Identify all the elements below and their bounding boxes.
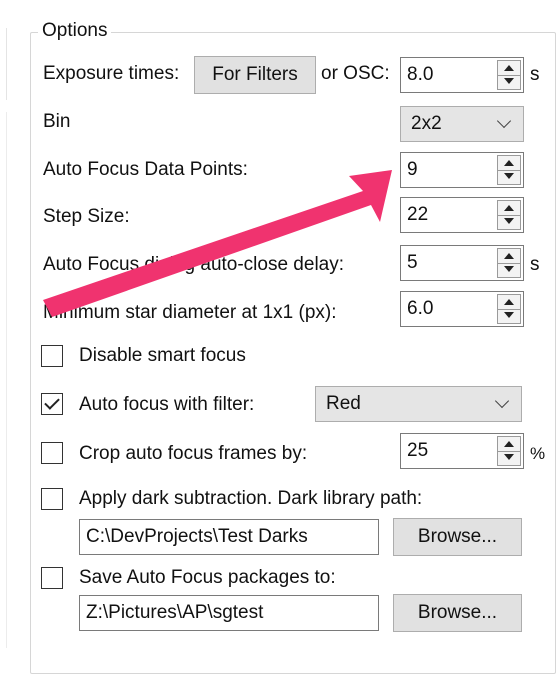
- af-with-filter-label[interactable]: Auto focus with filter:: [79, 393, 254, 417]
- options-group-title: Options: [38, 19, 112, 43]
- crop-label[interactable]: Crop auto focus frames by:: [79, 442, 307, 466]
- min-star-value: 6.0: [407, 298, 434, 319]
- spin-down-icon[interactable]: [498, 215, 520, 229]
- osc-label: or OSC:: [321, 63, 390, 84]
- spin-up-icon[interactable]: [498, 61, 520, 76]
- spin-buttons[interactable]: [497, 60, 521, 90]
- chevron-down-icon: [496, 113, 512, 129]
- af-with-filter-checkbox[interactable]: [41, 393, 63, 415]
- bin-select[interactable]: 2x2: [400, 106, 524, 142]
- save-af-packages-label[interactable]: Save Auto Focus packages to:: [79, 566, 336, 590]
- step-size-value: 22: [407, 204, 429, 225]
- spin-up-icon[interactable]: [498, 295, 520, 310]
- spin-buttons[interactable]: [497, 155, 521, 185]
- exposure-label: Exposure times:: [43, 63, 180, 84]
- dark-library-path-value: C:\DevProjects\Test Darks: [86, 526, 308, 547]
- save-browse-button[interactable]: Browse...: [393, 594, 522, 632]
- autoclose-spinner[interactable]: 5: [400, 245, 524, 281]
- exposure-value: 8.0: [407, 64, 434, 85]
- spin-up-icon[interactable]: [498, 249, 520, 264]
- crop-value: 25: [407, 440, 429, 461]
- autoclose-unit: s: [530, 254, 540, 275]
- exposure-spinner[interactable]: 8.0: [400, 57, 524, 93]
- disable-smart-focus-checkbox[interactable]: [41, 345, 63, 367]
- bin-value: 2x2: [411, 113, 442, 134]
- bin-label: Bin: [43, 111, 71, 132]
- min-star-spinner[interactable]: 6.0: [400, 291, 524, 327]
- af-points-spinner[interactable]: 9: [400, 152, 524, 188]
- check-icon: [44, 394, 60, 410]
- af-points-value: 9: [407, 159, 418, 180]
- step-size-spinner[interactable]: 22: [400, 197, 524, 233]
- for-filters-button[interactable]: For Filters: [194, 56, 316, 94]
- spin-up-icon[interactable]: [498, 156, 520, 171]
- filter-select[interactable]: Red: [315, 386, 522, 422]
- dark-browse-button[interactable]: Browse...: [393, 518, 522, 556]
- save-af-packages-checkbox[interactable]: [41, 567, 63, 589]
- min-star-label: Minimum star diameter at 1x1 (px):: [43, 302, 337, 323]
- dark-subtraction-checkbox[interactable]: [41, 488, 63, 510]
- spin-down-icon[interactable]: [498, 263, 520, 277]
- spin-buttons[interactable]: [497, 294, 521, 324]
- spin-buttons[interactable]: [497, 200, 521, 230]
- chevron-down-icon: [494, 393, 510, 409]
- autoclose-label: Auto Focus dialog auto-close delay:: [43, 254, 345, 275]
- spin-down-icon[interactable]: [498, 309, 520, 323]
- spin-buttons[interactable]: [497, 436, 521, 466]
- spin-down-icon[interactable]: [498, 170, 520, 184]
- af-points-label: Auto Focus Data Points:: [43, 159, 248, 180]
- left-divider: [6, 112, 7, 648]
- crop-checkbox[interactable]: [41, 442, 63, 464]
- left-panel-edge: [0, 0, 10, 648]
- save-af-path-input[interactable]: Z:\Pictures\AP\sgtest: [79, 595, 379, 631]
- dark-library-path-input[interactable]: C:\DevProjects\Test Darks: [79, 519, 379, 555]
- crop-unit: %: [530, 444, 546, 463]
- save-af-path-value: Z:\Pictures\AP\sgtest: [86, 602, 264, 623]
- spin-up-icon[interactable]: [498, 437, 520, 452]
- autoclose-value: 5: [407, 252, 418, 273]
- spin-up-icon[interactable]: [498, 201, 520, 216]
- disable-smart-focus-label[interactable]: Disable smart focus: [79, 344, 246, 368]
- spin-buttons[interactable]: [497, 248, 521, 278]
- step-size-label: Step Size:: [43, 206, 130, 227]
- spin-down-icon[interactable]: [498, 75, 520, 89]
- exposure-unit: s: [530, 64, 540, 85]
- dark-subtraction-label[interactable]: Apply dark subtraction. Dark library pat…: [79, 487, 422, 511]
- left-divider: [6, 28, 7, 100]
- spin-down-icon[interactable]: [498, 451, 520, 465]
- crop-spinner[interactable]: 25: [400, 433, 524, 469]
- filter-value: Red: [326, 393, 361, 414]
